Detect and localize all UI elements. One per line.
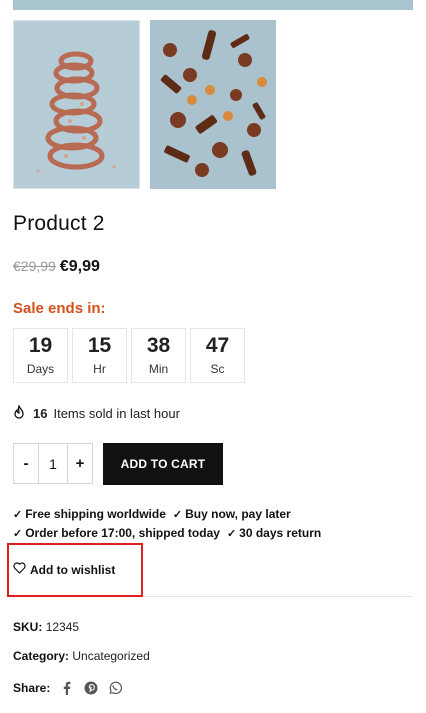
perk-label: 30 days return [239, 526, 322, 540]
perk-label: Order before 17:00, shipped today [25, 526, 220, 540]
perk-item: ✓ Free shipping worldwide [13, 507, 166, 521]
countdown-hours: 15 Hr [72, 328, 127, 383]
category-label: Category: [13, 649, 70, 663]
sku-row: SKU: 12345 [13, 620, 79, 634]
thumbnail-pretzels[interactable] [13, 20, 140, 189]
wishlist-label: Add to wishlist [30, 562, 116, 577]
countdown-value: 15 [87, 334, 112, 357]
countdown-minutes: 38 Min [131, 328, 186, 383]
perks-row: ✓ Free shipping worldwide ✓ Buy now, pay l… [13, 507, 413, 521]
product-title: Product 2 [13, 212, 105, 235]
check-icon: ✓ [13, 527, 23, 540]
share-label: Share: [13, 681, 51, 695]
countdown-unit: Hr [93, 362, 106, 376]
whatsapp-icon[interactable] [108, 681, 123, 695]
sale-countdown: 19 Days 15 Hr 38 Min 47 Sc [13, 328, 245, 383]
thumbnail-cookies[interactable] [150, 20, 276, 189]
check-icon: ✓ [226, 527, 237, 540]
share-row: Share: [13, 681, 123, 695]
add-to-cart-button[interactable]: ADD TO CART [103, 443, 223, 485]
quantity-decrease-button[interactable]: - [14, 444, 38, 483]
category-row: Category: Uncategorized [13, 649, 150, 663]
perk-item: ✓ Order before 17:00, shipped today [13, 526, 220, 540]
countdown-unit: Sc [210, 362, 225, 376]
perk-item: ✓ Buy now, pay later [173, 507, 291, 521]
check-icon: ✓ [172, 508, 183, 521]
quantity-stepper[interactable]: - 1 + [13, 443, 93, 484]
perk-label: Free shipping worldwide [25, 507, 166, 521]
sku-label: SKU: [13, 620, 43, 634]
divider [143, 596, 413, 597]
items-sold-count: 16 [33, 406, 48, 421]
countdown-days: 19 Days [13, 328, 68, 383]
original-price: €29,99 [13, 258, 56, 274]
countdown-seconds: 47 Sc [190, 328, 245, 383]
sale-price: €9,99 [59, 258, 100, 275]
items-sold-row: 16 Items sold in last hour [13, 403, 180, 422]
pinterest-icon[interactable] [84, 681, 98, 695]
add-to-wishlist-button[interactable]: Add to wishlist [13, 562, 115, 577]
quantity-input[interactable]: 1 [38, 444, 68, 483]
countdown-value: 47 [205, 334, 230, 357]
check-icon: ✓ [13, 508, 23, 521]
fire-icon [13, 403, 25, 422]
countdown-value: 19 [28, 334, 53, 357]
countdown-unit: Days [26, 362, 55, 376]
quantity-increase-button[interactable]: + [68, 444, 92, 483]
perks-row: ✓ Order before 17:00, shipped today ✓ 30 d… [13, 526, 413, 540]
price-row: €29,99 €9,99 [13, 258, 100, 276]
sku-value: 12345 [45, 620, 80, 634]
main-product-image[interactable] [13, 0, 413, 10]
category-link[interactable]: Uncategorized [72, 649, 149, 663]
sale-ends-label: Sale ends in: [13, 300, 106, 317]
heart-icon [13, 562, 26, 577]
countdown-unit: Min [148, 362, 169, 376]
countdown-value: 38 [146, 334, 171, 357]
items-sold-text: Items sold in last hour [53, 406, 180, 421]
perk-label: Buy now, pay later [185, 507, 291, 521]
perk-item: ✓ 30 days return [227, 526, 321, 540]
facebook-icon[interactable] [60, 681, 74, 695]
